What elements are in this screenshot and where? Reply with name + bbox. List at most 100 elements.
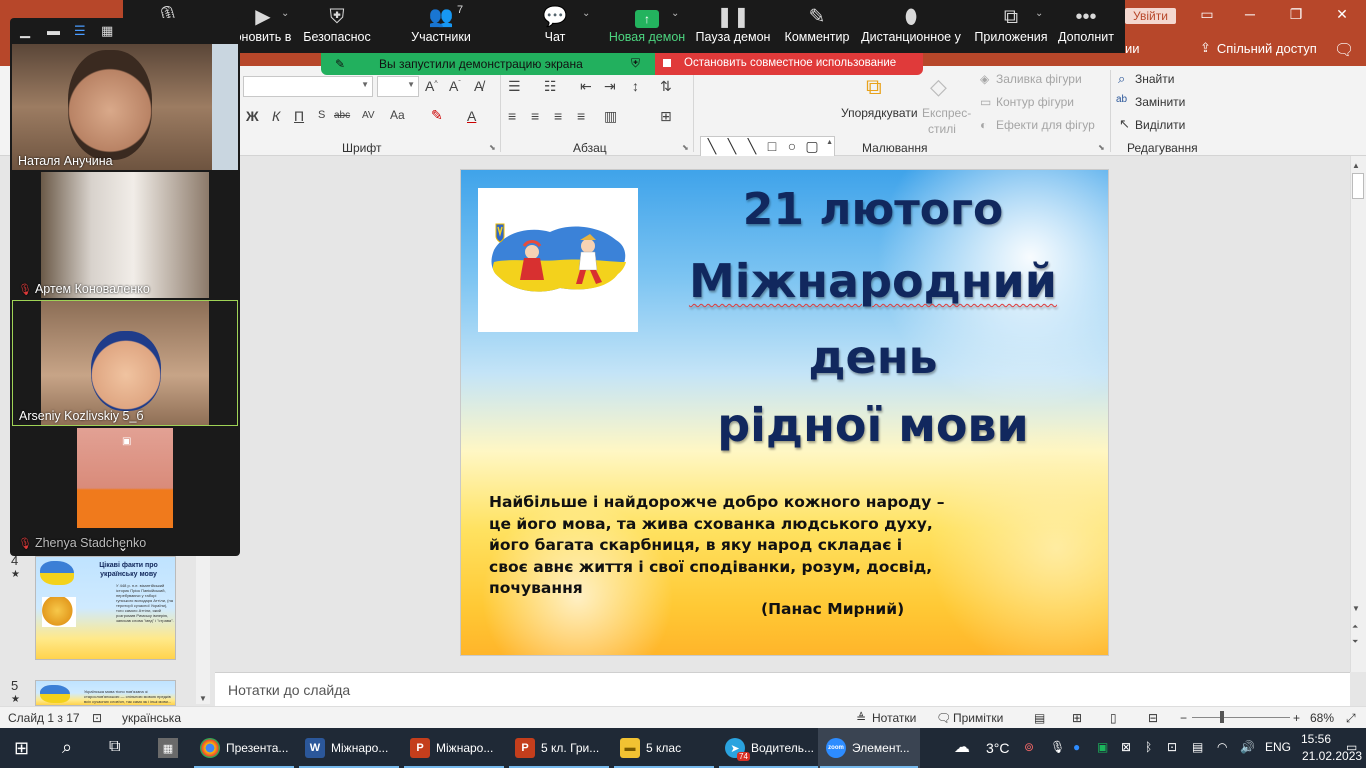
participant-tile[interactable]: 🎙 Артем Коноваленко <box>12 172 238 298</box>
windows-start-icon[interactable]: ⊞ <box>14 738 29 759</box>
microphone-icon[interactable]: 🎙 <box>1050 740 1065 754</box>
participant-tile[interactable]: Наталя Анучина <box>12 44 238 170</box>
notes-pane[interactable]: Нотатки до слайда <box>215 672 1350 706</box>
volume-icon[interactable]: 🔊 <box>1240 740 1255 754</box>
cursor-icon[interactable]: ↖ <box>1119 116 1130 132</box>
columns-icon[interactable]: ▥ <box>604 108 617 125</box>
notes-icon[interactable]: ≜ <box>856 711 866 725</box>
zoom-security-button[interactable]: ⛨ Безопаснос <box>301 0 373 53</box>
taskbar-app-word[interactable]: W Міжнаро... <box>297 728 401 768</box>
char-spacing-button[interactable]: AV <box>362 110 375 121</box>
participant-tile-active[interactable]: Arseniy Kozlivskiy 5_б <box>12 300 238 426</box>
participant-tile[interactable]: ▣ ⌄ 🎙 Zhenya Stadchenko <box>12 428 238 554</box>
font-size-input[interactable]: ▼ <box>377 76 419 97</box>
comments-toggle[interactable]: Примітки <box>953 711 1003 725</box>
font-color-button[interactable]: A <box>467 108 476 124</box>
shape-oval-icon[interactable]: ○ <box>783 137 801 155</box>
pin-icon[interactable]: ✎ <box>335 57 345 71</box>
strip-view-icon[interactable]: ☰ <box>74 23 86 39</box>
quick-styles-icon[interactable]: ◇ <box>930 74 947 100</box>
previous-slide-icon[interactable]: ⏶ <box>1352 622 1358 632</box>
tab-partial[interactable]: ии <box>1125 41 1140 56</box>
share-options-caret-icon[interactable]: ⌄ <box>671 8 679 19</box>
smartart-icon[interactable]: ⊞ <box>660 108 672 125</box>
clock-time[interactable]: 15:56 <box>1301 732 1331 746</box>
slide-thumbnail[interactable]: Українська мова тісно пов'язана зі старо… <box>35 680 176 706</box>
taskbar-app-zoom[interactable]: zoom Элемент... <box>818 728 920 768</box>
shape-line-icon[interactable]: ╲ <box>703 137 721 155</box>
slide-quote[interactable]: Найбільше і найдорожче добро кожного нар… <box>489 492 969 600</box>
font-name-input[interactable]: ▼ <box>243 76 373 97</box>
weather-icon[interactable]: ☁ <box>954 737 970 757</box>
slide-title-line-4[interactable]: рідної мови <box>643 398 1103 452</box>
shape-rectangle-icon[interactable]: □ <box>763 137 781 155</box>
weather-temp[interactable]: 3°C <box>986 740 1010 756</box>
close-icon[interactable]: ✕ <box>1332 6 1352 24</box>
input-language[interactable]: ENG <box>1265 740 1291 754</box>
slide-title-line-2[interactable]: Міжнародний <box>643 254 1103 308</box>
maximize-icon[interactable]: ❐ <box>1286 6 1306 24</box>
shape-line-icon[interactable]: ╲ <box>743 137 761 155</box>
slide-title-line-3[interactable]: день <box>643 330 1103 384</box>
justify-icon[interactable]: ≡ <box>577 108 585 124</box>
share-button[interactable]: ⇪ Спільний доступ <box>1200 40 1317 56</box>
align-right-icon[interactable]: ≡ <box>554 108 562 124</box>
editor-scroll-thumb[interactable] <box>1352 173 1364 199</box>
bluetooth-icon[interactable]: ᛒ <box>1145 740 1152 754</box>
shape-outline-button[interactable]: Контур фігури <box>996 95 1074 109</box>
notifications-icon[interactable]: ▭ <box>1346 740 1357 754</box>
minimize-icon[interactable]: ▁ <box>20 23 30 39</box>
zoom-level[interactable]: 68% <box>1310 711 1334 725</box>
zoom-video-gallery[interactable]: ▁ ▬ ☰ ▦ Наталя Анучина 🎙 Артем Коноваленк… <box>10 18 240 556</box>
slide-sorter-icon[interactable]: ⊞ <box>1072 711 1082 725</box>
shape-line-icon[interactable]: ╲ <box>723 137 741 155</box>
language-status[interactable]: українська <box>122 711 181 725</box>
arrange-label[interactable]: Упорядкувати <box>841 106 918 120</box>
gallery-view-icon[interactable]: ▦ <box>101 23 113 39</box>
task-view-icon[interactable]: ⧉ <box>109 738 120 756</box>
minimize-icon[interactable]: ─ <box>1240 6 1260 24</box>
quote-author[interactable]: (Панас Мирний) <box>761 600 904 618</box>
search-icon[interactable]: ⌕ <box>1118 71 1125 87</box>
line-spacing-icon[interactable]: ↕ <box>632 78 639 94</box>
taskbar-app-explorer[interactable]: ▬ 5 клас <box>612 728 716 768</box>
zoom-pause-share-button[interactable]: ❚❚ Пауза демон <box>695 0 771 53</box>
align-left-icon[interactable]: ≡ <box>508 108 516 124</box>
scroll-up-icon[interactable]: ▲ <box>1352 161 1360 170</box>
slide-thumbnail[interactable]: Цікаві факти про українську мову У 448 р… <box>35 556 176 660</box>
taskbar-app-chrome[interactable]: Презента... <box>192 728 296 768</box>
ribbon-display-icon[interactable]: ▭ <box>1197 6 1217 24</box>
spelling-icon[interactable]: ⊡ <box>92 711 102 725</box>
slideshow-icon[interactable]: ⊟ <box>1148 711 1158 725</box>
shape-fill-button[interactable]: Заливка фігури <box>996 72 1082 86</box>
zoom-slider[interactable] <box>1192 717 1290 718</box>
select-button[interactable]: Виділити <box>1135 118 1185 132</box>
drawing-dialog-launcher[interactable]: ⬊ <box>1098 143 1105 152</box>
chat-options-caret-icon[interactable]: ⌄ <box>582 8 590 19</box>
normal-view-icon[interactable]: ▤ <box>1034 711 1045 725</box>
zoom-chat-button[interactable]: 💬 Чат <box>527 0 583 53</box>
shape-effects-button[interactable]: Ефекти для фігур <box>996 118 1095 132</box>
arrange-icon[interactable]: ⧉ <box>866 74 882 100</box>
apps-options-caret-icon[interactable]: ⌄ <box>1035 8 1043 19</box>
increase-indent-icon[interactable]: ⇥ <box>604 78 616 95</box>
calculator-icon[interactable]: ▦ <box>158 738 178 758</box>
taskbar-app-powerpoint[interactable]: P Міжнаро... <box>402 728 506 768</box>
zoom-more-button[interactable]: ••• Дополнит <box>1053 0 1119 53</box>
strikethrough-button[interactable]: abc <box>334 110 350 121</box>
scroll-down-icon[interactable]: ▼ <box>1352 604 1360 613</box>
tray-app-icon[interactable]: ▣ <box>1097 740 1108 754</box>
reading-view-icon[interactable]: ▯ <box>1110 711 1117 725</box>
bullets-icon[interactable]: ☰ <box>508 78 521 95</box>
shape-fill-icon[interactable]: ◈ <box>980 72 989 86</box>
shape-rounded-rect-icon[interactable]: ▢ <box>803 137 821 155</box>
shape-effects-icon[interactable]: ◐ <box>980 118 987 132</box>
shadow-button[interactable]: S <box>318 109 325 121</box>
shape-outline-icon[interactable]: ▭ <box>980 95 991 109</box>
gallery-up-icon[interactable]: ▲ <box>826 139 833 146</box>
tray-app-icon[interactable]: ⊠ <box>1121 740 1131 754</box>
wifi-icon[interactable]: ◠ <box>1217 740 1227 754</box>
video-options-caret-icon[interactable]: ⌄ <box>281 8 289 19</box>
replace-button[interactable]: Замінити <box>1135 95 1185 109</box>
zoom-in-icon[interactable]: + <box>1293 711 1300 725</box>
